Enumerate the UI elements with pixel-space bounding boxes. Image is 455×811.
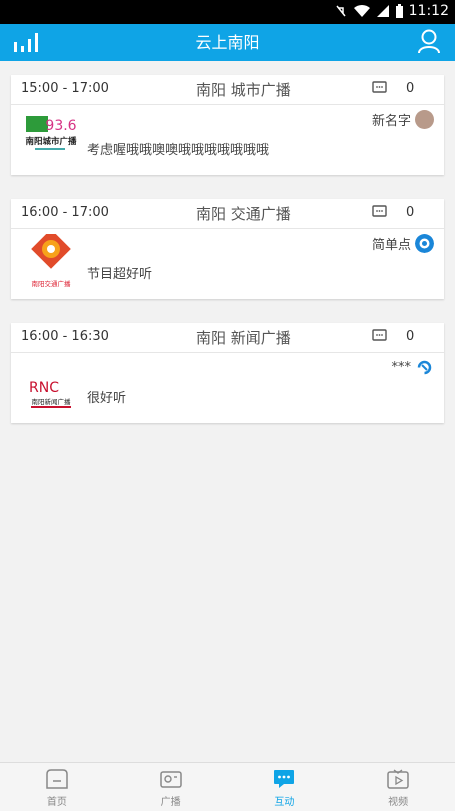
svg-text:93.6: 93.6	[45, 118, 76, 134]
status-bar: 11:12	[0, 0, 455, 24]
commenter: ***	[392, 358, 435, 377]
commenter-name: 简单点	[371, 238, 411, 253]
post-time: 15:00 - 17:00	[21, 81, 109, 96]
comment-count: 0	[406, 205, 415, 220]
comment-icon[interactable]	[372, 329, 387, 343]
station-logo: RNC 南阳新闻广播	[23, 358, 79, 414]
post-time: 16:00 - 16:30	[21, 329, 109, 344]
comment-count: 0	[406, 81, 415, 96]
post-card[interactable]: 16:00 - 16:30 南阳 新闻广播 0 RNC 南阳新闻广播 *** 很…	[11, 323, 444, 423]
commenter-name: ***	[391, 360, 412, 375]
comment-icon[interactable]	[372, 81, 387, 95]
page-title: 云上南阳	[195, 33, 260, 52]
battery-icon	[395, 3, 403, 18]
tab-radio-label: 广播	[160, 797, 181, 808]
app-bar: 云上南阳	[0, 24, 455, 61]
tab-radio[interactable]: 广播	[114, 763, 228, 811]
mute-icon	[336, 5, 346, 17]
comment-text: 节目超好听	[87, 267, 153, 282]
video-icon	[387, 769, 409, 789]
tab-video[interactable]: 视频	[341, 763, 455, 811]
station-logo: 93.6 南阳城市广播	[23, 110, 79, 166]
radio-icon	[159, 771, 182, 788]
svg-text:南阳新闻广播: 南阳新闻广播	[32, 397, 72, 406]
chat-icon	[274, 770, 295, 788]
user-icon[interactable]	[417, 28, 441, 54]
wifi-icon	[353, 4, 370, 17]
commenter: 简单点	[372, 234, 434, 253]
comment-count: 0	[406, 329, 415, 344]
station-name[interactable]: 南阳 新闻广播	[196, 327, 291, 348]
commenter-name: 新名字	[371, 114, 411, 129]
tab-home[interactable]: 首页	[0, 763, 114, 811]
post-time: 16:00 - 17:00	[21, 205, 109, 220]
svg-text:南阳城市广播: 南阳城市广播	[25, 136, 77, 147]
tab-home-label: 首页	[46, 797, 67, 808]
home-icon	[46, 769, 68, 789]
comment-text: 考虑喔哦哦噢噢哦哦哦哦哦哦哦	[87, 143, 270, 158]
post-card[interactable]: 16:00 - 17:00 南阳 交通广播 0 南阳交通广播 简单点 节目超好听	[11, 199, 444, 299]
tab-interact[interactable]: 互动	[228, 763, 342, 811]
svg-text:RNC: RNC	[29, 380, 59, 396]
avatar[interactable]	[415, 234, 434, 253]
avatar[interactable]	[415, 358, 434, 377]
tab-video-label: 视频	[388, 797, 409, 808]
commenter: 新名字	[372, 110, 434, 129]
signal-icon	[376, 5, 389, 17]
post-header: 16:00 - 16:30 南阳 新闻广播 0	[11, 323, 444, 353]
comment-text: 很好听	[87, 391, 127, 406]
avatar[interactable]	[415, 110, 434, 129]
station-logo: 南阳交通广播	[23, 229, 79, 290]
svg-text:南阳交通广播: 南阳交通广播	[32, 279, 72, 288]
post-header: 16:00 - 17:00 南阳 交通广播 0	[11, 199, 444, 229]
tab-interact-label: 互动	[274, 797, 295, 808]
post-header: 15:00 - 17:00 南阳 城市广播 0	[11, 75, 444, 105]
status-time: 11:12	[408, 3, 449, 19]
station-name[interactable]: 南阳 交通广播	[196, 203, 291, 224]
post-card[interactable]: 15:00 - 17:00 南阳 城市广播 0 93.6 南阳城市广播 新名字 …	[11, 75, 444, 175]
comment-icon[interactable]	[372, 205, 387, 219]
station-name[interactable]: 南阳 城市广播	[196, 79, 291, 100]
status-icons: 11:12	[334, 3, 449, 19]
bottom-nav: 首页 广播 互动 视频	[0, 762, 455, 811]
